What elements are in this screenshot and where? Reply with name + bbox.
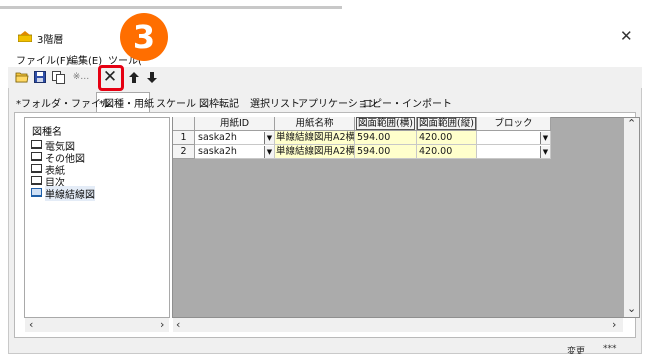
drawing-icon: [31, 152, 42, 161]
column-header[interactable]: 図面範囲(横): [355, 117, 417, 131]
menu-edit[interactable]: 編集(E): [68, 52, 102, 67]
column-header[interactable]: 用紙ID: [195, 117, 275, 131]
tab-folder-file[interactable]: *フォルダ・ファイル: [16, 95, 111, 110]
column-header[interactable]: ブロック: [477, 117, 551, 131]
scroll-right-icon[interactable]: ›: [160, 318, 164, 331]
scroll-left-icon[interactable]: ‹: [29, 318, 33, 331]
dropdown-arrow-icon[interactable]: ▼: [540, 146, 550, 158]
open-folder-icon[interactable]: [14, 69, 30, 85]
paper-name-cell[interactable]: 単線結線図用A2横: [275, 131, 355, 145]
tree-horizontal-scrollbar[interactable]: [25, 318, 169, 332]
menu-file[interactable]: ファイル(F): [16, 52, 70, 67]
scroll-down-icon[interactable]: ⌄: [627, 302, 636, 315]
save-icon[interactable]: [32, 69, 48, 85]
drawing-icon: [31, 188, 42, 197]
row-number: 2: [173, 145, 195, 159]
step-number-badge: 3: [120, 13, 168, 61]
status-modified: 変更: [567, 347, 586, 354]
title-bar: [8, 24, 642, 50]
scroll-left-icon[interactable]: ‹: [176, 318, 180, 331]
dropdown-arrow-icon[interactable]: ▼: [264, 146, 274, 158]
column-header[interactable]: 用紙名称: [275, 117, 355, 131]
drawing-icon: [31, 176, 42, 185]
dropdown-arrow-icon[interactable]: ▼: [264, 132, 274, 144]
tree-header: 図種名: [32, 127, 62, 138]
grid-horizontal-scrollbar[interactable]: [173, 318, 623, 332]
copy-icon[interactable]: [50, 69, 66, 85]
toolbar-separator-text: ※…: [72, 72, 90, 82]
status-indicator: ***: [603, 344, 617, 354]
tab-selection-list[interactable]: 選択リスト: [250, 95, 300, 110]
tab-scale[interactable]: スケール: [156, 95, 196, 110]
paper-name-cell[interactable]: 単線結線図用A2横: [275, 145, 355, 159]
move-up-icon[interactable]: [126, 69, 142, 85]
range-height-cell[interactable]: 420.00: [417, 131, 477, 145]
move-down-icon[interactable]: [144, 69, 160, 85]
tree-item-single-line[interactable]: 単線結線図: [45, 186, 95, 201]
drawing-icon: [31, 164, 42, 173]
row-number: 1: [173, 131, 195, 145]
drawing-icon: [31, 140, 42, 149]
range-width-cell[interactable]: 594.00: [355, 131, 417, 145]
close-icon[interactable]: ✕: [620, 27, 633, 45]
paper-id-cell[interactable]: saska2h: [195, 145, 275, 159]
grid-vertical-scrollbar[interactable]: [624, 118, 639, 317]
range-height-cell[interactable]: 420.00: [417, 145, 477, 159]
app-icon: [18, 31, 32, 42]
top-divider: [0, 6, 342, 9]
tab-frame-transcription[interactable]: 図枠転記: [199, 95, 239, 110]
range-width-cell[interactable]: 594.00: [355, 145, 417, 159]
dropdown-arrow-icon[interactable]: ▼: [540, 132, 550, 144]
callout-highlight-box: [98, 65, 124, 91]
scroll-right-icon[interactable]: ›: [612, 318, 616, 331]
tab-copy-import[interactable]: コピー・インポート: [362, 95, 452, 110]
column-header[interactable]: 図面範囲(縦): [417, 117, 477, 131]
scroll-up-icon[interactable]: ⌃: [627, 117, 636, 130]
paper-id-cell[interactable]: saska2h: [195, 131, 275, 145]
tab-drawing-type-paper[interactable]: *図種・用紙: [99, 95, 154, 110]
window-title: 3階層: [37, 35, 64, 46]
grid-corner: [173, 117, 195, 131]
